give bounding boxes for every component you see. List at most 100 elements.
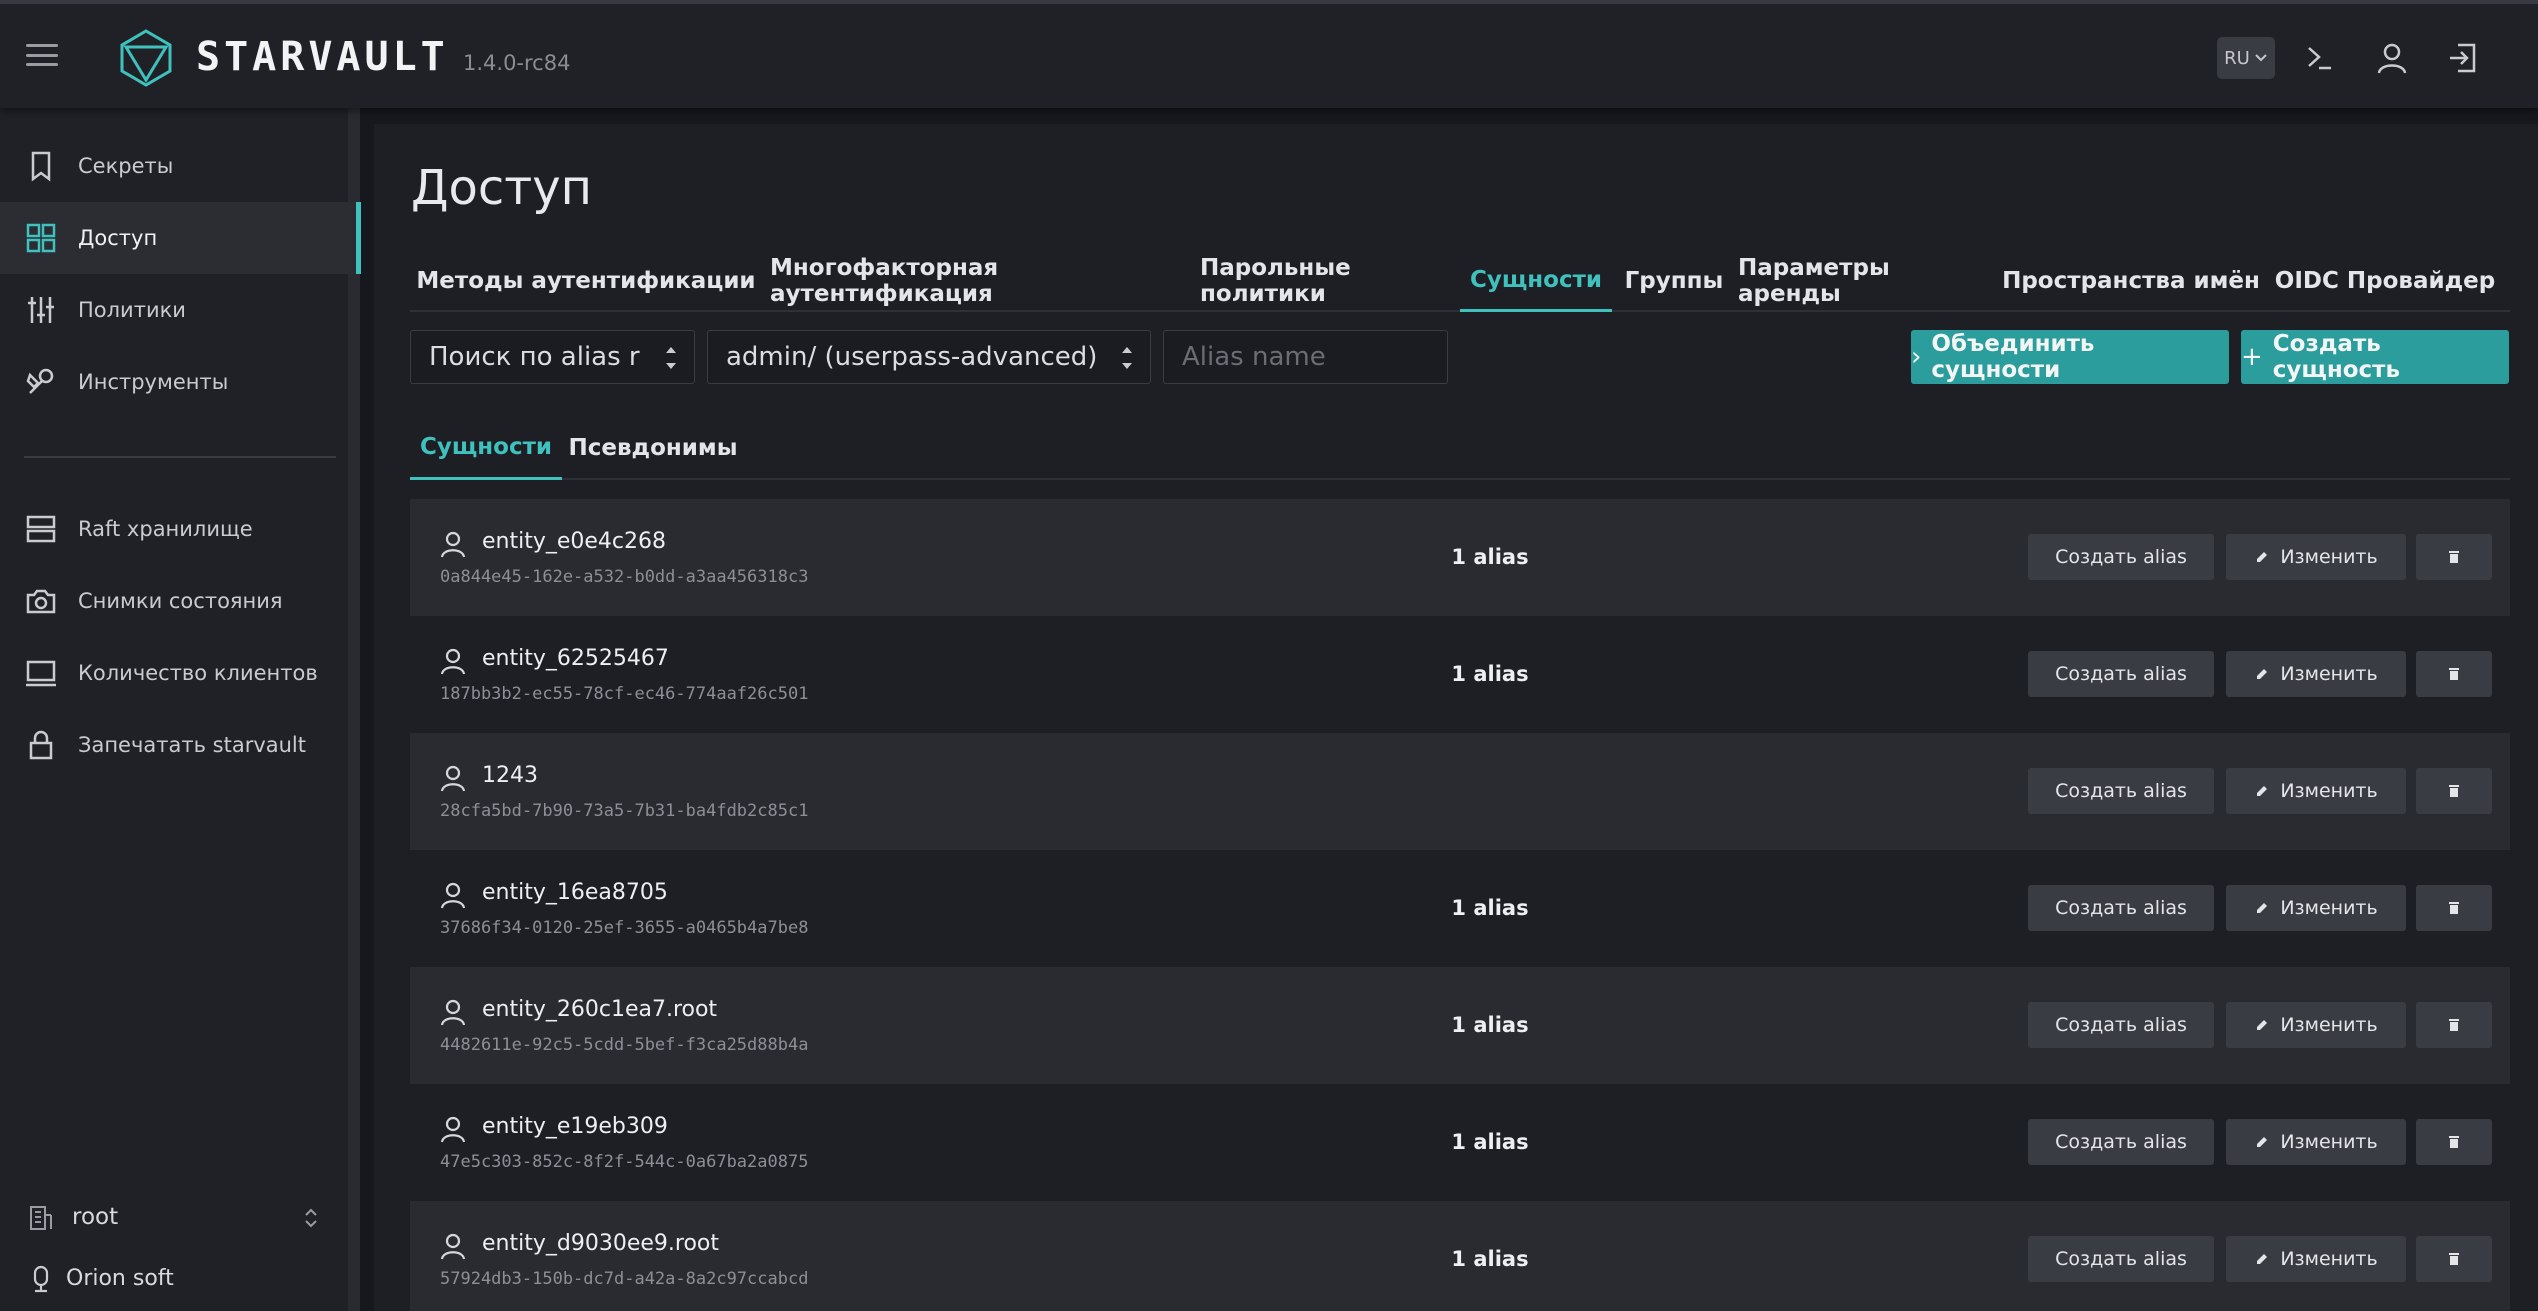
organization: Orion soft: [0, 1250, 348, 1306]
edit-button[interactable]: Изменить: [2226, 651, 2406, 697]
merge-entities-button[interactable]: › Объединить сущности: [1911, 330, 2229, 384]
orion-logo-icon: [33, 1265, 49, 1293]
menu-icon[interactable]: [26, 44, 58, 66]
trash-icon: [2449, 1019, 2459, 1031]
tab-mfa[interactable]: Многофакторная аутентификация: [770, 250, 1194, 312]
table-row[interactable]: entity_e0e4c268 0a844e45-162e-a532-b0dd-…: [410, 499, 2510, 616]
edit-button[interactable]: Изменить: [2226, 768, 2406, 814]
create-alias-button[interactable]: Создать alias: [2028, 1002, 2214, 1048]
tab-namespaces[interactable]: Пространства имён: [1996, 250, 2266, 312]
merge-entities-label: Объединить сущности: [1931, 331, 2095, 383]
user-icon[interactable]: [2374, 40, 2410, 76]
pencil-icon: [2257, 1254, 2268, 1264]
organization-label: Orion soft: [66, 1266, 174, 1291]
tab-password-policies[interactable]: Парольные политики: [1200, 250, 1466, 312]
delete-button[interactable]: [2416, 1002, 2492, 1048]
entity-id: 28cfa5bd-7b90-73a5-7b31-ba4fdb2c85c1: [440, 801, 809, 821]
alias-name-input[interactable]: [1182, 342, 1447, 372]
edit-button[interactable]: Изменить: [2226, 1002, 2406, 1048]
mount-select[interactable]: admin/ (userpass-advanced): [707, 330, 1151, 384]
sidebar: Секреты Доступ Политики Инструменты Raft…: [0, 108, 361, 1311]
bookmark-icon: [31, 151, 51, 182]
namespace-picker[interactable]: root: [0, 1190, 348, 1246]
tab-leases[interactable]: Параметры аренды: [1738, 250, 1992, 312]
table-row[interactable]: entity_16ea8705 37686f34-0120-25ef-3655-…: [410, 850, 2510, 967]
create-alias-button[interactable]: Создать alias: [2028, 885, 2214, 931]
language-select[interactable]: RU: [2217, 37, 2275, 79]
sidebar-item-access[interactable]: Доступ: [0, 202, 361, 274]
edit-label: Изменить: [2280, 1014, 2378, 1036]
table-row[interactable]: entity_260c1ea7.root 4482611e-92c5-5cdd-…: [410, 967, 2510, 1084]
sidebar-item-raft-storage[interactable]: Raft хранилище: [0, 493, 360, 565]
entity-id: 57924db3-150b-dc7d-a42a-8a2c97ccabcd: [440, 1269, 809, 1289]
delete-button[interactable]: [2416, 1236, 2492, 1282]
app-version: 1.4.0-rc84: [463, 51, 571, 75]
create-alias-button[interactable]: Создать alias: [2028, 768, 2214, 814]
entity-id: 47e5c303-852c-8f2f-544c-0a67ba2a0875: [440, 1152, 809, 1172]
alias-name-field[interactable]: [1163, 330, 1448, 384]
create-entity-button[interactable]: + Создать сущность: [2241, 330, 2509, 384]
delete-button[interactable]: [2416, 885, 2492, 931]
delete-button[interactable]: [2416, 534, 2492, 580]
table-row[interactable]: entity_e19eb309 47e5c303-852c-8f2f-544c-…: [410, 1084, 2510, 1201]
tab-oidc-provider[interactable]: OIDC Провайдер: [2270, 250, 2500, 312]
pencil-icon: [2257, 1020, 2268, 1030]
sidebar-item-snapshots[interactable]: Снимки состояния: [0, 565, 360, 637]
edit-button[interactable]: Изменить: [2226, 534, 2406, 580]
create-alias-button[interactable]: Создать alias: [2028, 651, 2214, 697]
create-alias-label: Создать alias: [2055, 1131, 2187, 1153]
tab-groups[interactable]: Группы: [1620, 250, 1728, 312]
entity-id: 37686f34-0120-25ef-3655-a0465b4a7be8: [440, 918, 809, 938]
subtab-aliases[interactable]: Псевдонимы: [568, 416, 737, 480]
entity-name: entity_e0e4c268: [482, 529, 667, 554]
namespace-label: root: [72, 1204, 119, 1230]
monitor-icon: [26, 660, 56, 687]
create-alias-label: Создать alias: [2055, 1248, 2187, 1270]
server-icon: [26, 515, 56, 543]
create-alias-button[interactable]: Создать alias: [2028, 1119, 2214, 1165]
edit-button[interactable]: Изменить: [2226, 1119, 2406, 1165]
sidebar-item-label: Количество клиентов: [78, 661, 318, 685]
edit-button[interactable]: Изменить: [2226, 1236, 2406, 1282]
sidebar-item-tools[interactable]: Инструменты: [0, 346, 360, 418]
create-alias-button[interactable]: Создать alias: [2028, 534, 2214, 580]
edit-button[interactable]: Изменить: [2226, 885, 2406, 931]
top-bar: STARVAULT 1.4.0-rc84 RU: [0, 0, 2538, 108]
tab-auth-methods[interactable]: Методы аутентификации: [410, 250, 762, 312]
user-icon: [440, 531, 466, 558]
mount-value: admin/ (userpass-advanced): [726, 342, 1098, 372]
language-value: RU: [2224, 47, 2250, 69]
entity-name: entity_e19eb309: [482, 1114, 668, 1139]
console-icon[interactable]: [2302, 40, 2338, 76]
delete-button[interactable]: [2416, 768, 2492, 814]
entity-id: 187bb3b2-ec55-78cf-ec46-774aaf26c501: [440, 684, 809, 704]
entity-id: 4482611e-92c5-5cdd-5bef-f3ca25d88b4a: [440, 1035, 809, 1055]
entity-name: 1243: [482, 763, 538, 788]
create-alias-label: Создать alias: [2055, 897, 2187, 919]
sidebar-item-secrets[interactable]: Секреты: [0, 130, 360, 202]
grid-icon: [26, 223, 56, 253]
delete-button[interactable]: [2416, 1119, 2492, 1165]
edit-label: Изменить: [2280, 546, 2378, 568]
tab-entities[interactable]: Сущности: [1460, 250, 1612, 312]
table-row[interactable]: 1243 28cfa5bd-7b90-73a5-7b31-ba4fdb2c85c…: [410, 733, 2510, 850]
delete-button[interactable]: [2416, 651, 2492, 697]
search-mode-select[interactable]: Поиск по alias r: [410, 330, 695, 384]
table-row[interactable]: entity_62525467 187bb3b2-ec55-78cf-ec46-…: [410, 616, 2510, 733]
lock-icon: [29, 730, 53, 760]
user-icon: [440, 882, 466, 909]
sidebar-item-policies[interactable]: Политики: [0, 274, 360, 346]
starvault-logo-icon: [120, 29, 172, 87]
pencil-icon: [2257, 1137, 2268, 1147]
entity-subtabs: Сущности Псевдонимы: [410, 416, 2510, 480]
subtab-entities[interactable]: Сущности: [410, 416, 562, 480]
sidebar-item-client-count[interactable]: Количество клиентов: [0, 637, 360, 709]
user-icon: [440, 648, 466, 675]
create-alias-button[interactable]: Создать alias: [2028, 1236, 2214, 1282]
select-arrows-icon: [1122, 347, 1132, 369]
sidebar-item-seal[interactable]: Запечатать starvault: [0, 709, 360, 781]
edit-label: Изменить: [2280, 663, 2378, 685]
table-row[interactable]: entity_d9030ee9.root 57924db3-150b-dc7d-…: [410, 1201, 2510, 1311]
user-icon: [440, 765, 466, 792]
logout-icon[interactable]: [2445, 40, 2481, 76]
